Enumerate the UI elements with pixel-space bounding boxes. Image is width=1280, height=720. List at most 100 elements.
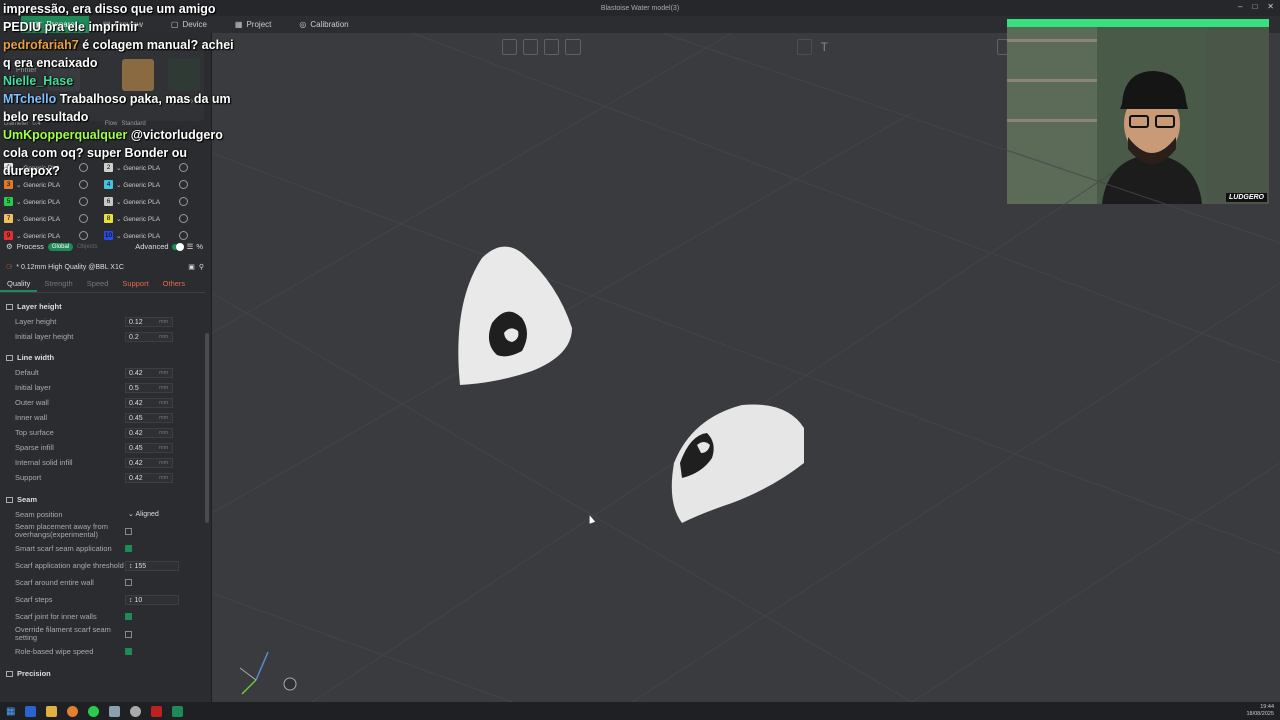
param-checkbox[interactable] [125, 527, 132, 535]
param-label: Inner wall [15, 412, 48, 422]
scope-objects[interactable]: Objects [77, 244, 97, 250]
params-scrollbar[interactable] [205, 333, 209, 523]
tab-others[interactable]: Others [156, 278, 193, 292]
list-icon[interactable]: ☰ [187, 242, 194, 251]
start-icon[interactable]: ▦ [6, 706, 15, 717]
chat-message: pedrofariah7 é colagem manual? achei q e… [3, 36, 237, 72]
filament-slot[interactable]: 10⌄ Generic PLAo [104, 231, 204, 240]
param-row: Scarf joint for inner walls [0, 608, 203, 625]
filament-slot[interactable]: 7⌄ Generic PLAo [4, 214, 104, 223]
filament-color-swatch[interactable]: 5 [4, 197, 13, 206]
param-unit: mm [159, 318, 169, 325]
param-row: Seam placement away from overhangs(exper… [0, 522, 203, 540]
search-icon[interactable]: ⚲ [199, 263, 204, 271]
section-seam[interactable]: Seam [0, 492, 203, 507]
filament-settings-icon[interactable]: o [179, 180, 188, 189]
filament-name[interactable]: ⌄ Generic PLA [16, 215, 76, 223]
param-label: Layer height [15, 316, 57, 326]
filament-settings-icon[interactable]: o [79, 197, 88, 206]
param-unit: mm [159, 459, 169, 466]
filament-color-swatch[interactable]: 8 [104, 214, 113, 223]
filament-name[interactable]: ⌄ Generic PLA [116, 215, 176, 223]
section-precision[interactable]: Precision [0, 666, 203, 681]
whatsapp-icon[interactable] [88, 705, 100, 717]
filament-slot[interactable]: 4⌄ Generic PLAo [104, 180, 204, 189]
section-layer-height[interactable]: Layer height [0, 299, 203, 314]
chat-message: impressão, era disso que um amigo PEDIU … [3, 0, 237, 36]
param-checkbox[interactable] [125, 545, 132, 552]
filament-name[interactable]: ⌄ Generic PLA [16, 198, 76, 206]
param-label: Scarf around entire wall [15, 577, 94, 587]
process-icon: ⚙ [6, 242, 13, 251]
filament-color-swatch[interactable]: 3 [4, 180, 13, 189]
save-preset-icon[interactable]: ▣ [188, 263, 195, 271]
filament-slot[interactable]: 3⌄ Generic PLAo [4, 180, 104, 189]
param-label: Internal solid infill [15, 457, 73, 467]
app-icon[interactable] [109, 705, 121, 717]
close-icon[interactable]: ✕ [1267, 2, 1274, 11]
section-line-width[interactable]: Line width [0, 350, 203, 365]
scope-global[interactable]: Global [47, 242, 74, 251]
chat-overlay: impressão, era disso que um amigo PEDIU … [0, 0, 240, 178]
filament-name[interactable]: ⌄ Generic PLA [16, 181, 76, 189]
param-row: Top surface 0.42 mm [0, 425, 203, 440]
param-label: Initial layer [15, 382, 51, 392]
seam-position-select[interactable]: ⌄ Aligned [125, 510, 183, 520]
minimize-icon[interactable]: – [1238, 2, 1242, 11]
maximize-icon[interactable]: □ [1252, 2, 1257, 11]
chat-username: pedrofariah7 [3, 38, 79, 52]
filament-name[interactable]: ⌄ Generic PLA [116, 198, 176, 206]
tab-strength[interactable]: Strength [37, 278, 79, 292]
param-value-input[interactable]: ↕ 10 [125, 594, 179, 605]
filament-color-swatch[interactable]: 7 [4, 214, 13, 223]
filament-color-swatch[interactable]: 6 [104, 197, 113, 206]
filament-slot[interactable]: 9⌄ Generic PLAo [4, 231, 104, 240]
filament-settings-icon[interactable]: o [79, 214, 88, 223]
folder-icon[interactable] [46, 705, 58, 717]
axes-gizmo[interactable] [228, 650, 298, 700]
param-unit: mm [159, 399, 169, 406]
param-checkbox[interactable] [125, 648, 132, 655]
filament-settings-icon[interactable]: o [79, 180, 88, 189]
filament-slot[interactable]: 8⌄ Generic PLAo [104, 214, 204, 223]
filament-slot[interactable]: 5⌄ Generic PLAo [4, 197, 104, 206]
filament-slot[interactable]: 6⌄ Generic PLAo [104, 197, 204, 206]
viewport-3d[interactable] [212, 33, 1280, 702]
model-part-1[interactable] [458, 246, 572, 385]
filament-settings-icon[interactable]: o [79, 231, 88, 240]
advanced-toggle[interactable] [171, 242, 184, 251]
filament-name[interactable]: ⌄ Generic PLA [116, 181, 176, 189]
filament-name[interactable]: ⌄ Generic PLA [16, 232, 76, 240]
param-label: Smart scarf seam application [15, 543, 112, 553]
filament-color-swatch[interactable]: 4 [104, 180, 113, 189]
tab-quality[interactable]: Quality [0, 278, 38, 292]
clock-date[interactable]: 18/08/2025 [1246, 711, 1274, 718]
tab-calibration[interactable]: ◎ Calibration [285, 16, 362, 33]
param-label: Default [15, 367, 39, 377]
param-checkbox[interactable] [125, 579, 132, 586]
param-row: Scarf around entire wall [0, 574, 203, 591]
obs-icon[interactable] [130, 705, 142, 717]
bambu-studio-icon[interactable] [172, 705, 184, 717]
process-preset[interactable]: ⚆ * 0.12mm High Quality @BBL X1C ▣ ⚲ [6, 260, 204, 274]
tab-support[interactable]: Support [115, 278, 155, 292]
filament-color-swatch[interactable]: 10 [104, 231, 113, 240]
precision-icon [6, 670, 13, 677]
record-icon[interactable] [151, 705, 163, 717]
param-value-input[interactable]: ↕ 155 [125, 560, 179, 571]
param-checkbox[interactable] [125, 630, 132, 638]
filament-color-swatch[interactable]: 9 [4, 231, 13, 240]
clock-time[interactable]: 19:44 [1246, 704, 1274, 711]
model-part-2[interactable] [671, 404, 804, 523]
filament-settings-icon[interactable]: o [179, 214, 188, 223]
filament-settings-icon[interactable]: o [179, 197, 188, 206]
filament-settings-icon[interactable]: o [179, 231, 188, 240]
param-checkbox[interactable] [125, 613, 132, 620]
percent-icon[interactable]: % [196, 242, 203, 251]
filament-name[interactable]: ⌄ Generic PLA [116, 232, 176, 240]
process-header: ⚙ Process Global Objects Advanced ☰ % [0, 240, 211, 253]
browser-icon[interactable] [25, 705, 37, 717]
tab-speed[interactable]: Speed [80, 278, 116, 292]
firefox-icon[interactable] [67, 705, 79, 717]
param-unit: mm [159, 414, 169, 421]
